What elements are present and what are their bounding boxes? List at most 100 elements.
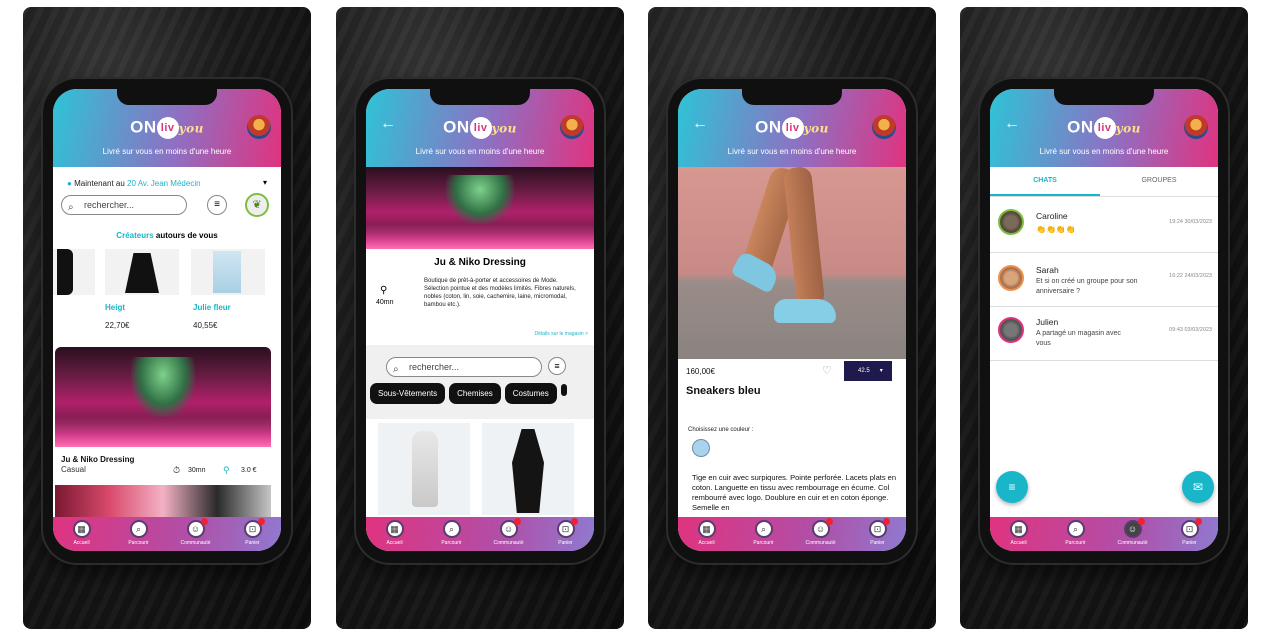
screenshot-store: ← ON liv you Livré sur vous en moins d'une… <box>336 7 624 629</box>
size-select[interactable]: 42.5 ▾ <box>844 361 892 381</box>
filter-list-icon[interactable]: ≡ <box>207 195 227 215</box>
store-photo[interactable] <box>55 347 271 447</box>
app-tagline: Livré sur vous en moins d'une heure <box>415 147 545 156</box>
phone-screen: ON liv you Livré sur vous en moins d'une h… <box>53 89 281 551</box>
phone-notch <box>1054 89 1154 105</box>
section-title-rest: autours de vous <box>155 231 218 240</box>
color-label: Choisissez une couleur : <box>688 427 754 433</box>
clock-icon: ⏱ <box>173 465 181 475</box>
notification-badge <box>1137 518 1145 525</box>
logo-liv: liv <box>156 117 179 139</box>
tab-groups[interactable]: GROUPES <box>1104 167 1214 196</box>
product-image <box>213 251 241 293</box>
category-pill-partial[interactable] <box>560 384 567 396</box>
tab-home[interactable]: ▦ Accueil <box>374 520 416 546</box>
product-image <box>512 429 544 513</box>
tab-home[interactable]: ▦ Accueil <box>61 520 103 546</box>
store-delivery-time: 30mn <box>188 467 206 474</box>
filter-list-icon[interactable]: ≡ <box>548 357 566 375</box>
new-chat-icon[interactable]: ✉ <box>1182 471 1214 503</box>
product-card[interactable] <box>482 423 574 515</box>
tab-browse[interactable]: ⌕ Parcourir <box>1055 520 1097 546</box>
tab-community[interactable]: ☺ Communauté <box>488 518 530 546</box>
phone-notch <box>117 89 217 105</box>
avatar <box>998 265 1024 291</box>
home-icon: ▦ <box>697 520 716 538</box>
product-card-partial[interactable] <box>53 249 95 295</box>
search-input[interactable]: ⌕ rechercher... <box>61 195 187 215</box>
product-name: Heigt <box>105 303 125 312</box>
location-value: 20 Av. Jean Médecin <box>127 179 201 188</box>
tab-cart[interactable]: ⊡ Panier <box>232 518 274 546</box>
chevron-down-icon[interactable]: ▾ <box>263 178 267 187</box>
user-avatar[interactable] <box>1184 115 1208 139</box>
tab-cart[interactable]: ⊡ Panier <box>1169 518 1211 546</box>
tab-cart[interactable]: ⊡ Panier <box>857 518 899 546</box>
product-price: 160,00€ <box>686 367 715 376</box>
phone-frame: ← ON liv you Livré sur vous en moins d'une… <box>980 79 1228 563</box>
user-avatar[interactable] <box>560 115 584 139</box>
store-title: Ju & Niko Dressing <box>434 257 526 268</box>
product-name: Sneakers bleu <box>686 385 761 397</box>
category-pills: Sous-Vêtements Chemises Costumes <box>370 383 571 404</box>
user-avatar[interactable] <box>247 115 271 139</box>
user-avatar[interactable] <box>872 115 896 139</box>
tab-home[interactable]: ▦ Accueil <box>686 520 728 546</box>
avatar <box>998 317 1024 343</box>
location-bar[interactable]: ● Maintenant au 20 Av. Jean Médecin <box>67 179 201 188</box>
store-style: Casual <box>61 465 86 474</box>
color-swatch-blue[interactable] <box>692 439 710 457</box>
chat-row[interactable]: Sarah Et si on créé un groupe pour son a… <box>990 255 1218 307</box>
tab-home[interactable]: ▦ Accueil <box>998 520 1040 546</box>
store-banner <box>366 167 594 249</box>
search-icon: ⌕ <box>393 364 399 375</box>
notification-badge <box>570 518 578 525</box>
product-card[interactable] <box>378 423 470 515</box>
category-pill[interactable]: Sous-Vêtements <box>370 383 446 404</box>
screenshot-chats: ← ON liv you Livré sur vous en moins d'une… <box>960 7 1248 629</box>
chat-name: Caroline <box>1036 211 1068 221</box>
bottom-tabbar: ▦ Accueil ⌕ Parcourir ☺ Communauté ⊡ Panier <box>366 517 594 551</box>
notification-badge <box>882 518 890 525</box>
phone-frame: ← ON liv you Livré sur vous en moins d'une… <box>668 79 916 563</box>
product-photo <box>678 167 906 359</box>
product-name: Julie fleur <box>193 303 231 312</box>
home-icon: ▦ <box>72 520 91 538</box>
bottom-tabbar: ▦ Accueil ⌕ Parcourir ☺ Communauté ⊡ Panier <box>990 517 1218 551</box>
category-pill[interactable]: Costumes <box>504 383 557 404</box>
chat-row[interactable]: Julien A partagé un magasin avec vous 09… <box>990 309 1218 361</box>
category-pill[interactable]: Chemises <box>449 383 501 404</box>
bike-icon: ⚲ <box>380 285 388 296</box>
bike-icon: ⚲ <box>223 465 230 475</box>
chat-message: 👏👏👏👏 <box>1036 225 1076 234</box>
tab-browse[interactable]: ⌕ Parcourir <box>118 520 160 546</box>
tab-community[interactable]: ☺ Communauté <box>800 518 842 546</box>
chevron-down-icon: ▾ <box>879 368 883 374</box>
location-prefix: Maintenant au <box>74 179 125 188</box>
app-tagline: Livré sur vous en moins d'une heure <box>727 147 857 156</box>
phone-frame: ON liv you Livré sur vous en moins d'une h… <box>43 79 291 563</box>
store-name[interactable]: Ju & Niko Dressing <box>61 455 134 464</box>
tab-cart[interactable]: ⊡ Panier <box>545 518 587 546</box>
heart-icon[interactable]: ♡ <box>822 364 832 377</box>
search-input[interactable]: ⌕ rechercher... <box>386 357 542 377</box>
store-photo-next[interactable] <box>55 485 271 519</box>
eco-leaf-icon[interactable]: ❦ <box>245 193 269 217</box>
section-title-accent: Créateurs <box>116 231 154 240</box>
tab-browse[interactable]: ⌕ Parcourir <box>743 520 785 546</box>
phone-notch <box>430 89 530 105</box>
tab-chats[interactable]: CHATS <box>990 167 1100 196</box>
menu-fab-icon[interactable]: ≡ <box>996 471 1028 503</box>
product-image <box>412 431 438 507</box>
product-card[interactable] <box>105 249 179 295</box>
tab-community[interactable]: ☺ Communauté <box>175 518 217 546</box>
tab-browse[interactable]: ⌕ Parcourir <box>431 520 473 546</box>
search-icon: ⌕ <box>442 520 461 538</box>
chat-row[interactable]: Caroline 👏👏👏👏 19:24 30/03/2023 <box>990 201 1218 253</box>
product-card[interactable] <box>191 249 265 295</box>
store-details-link[interactable]: Détails sur le magasin > <box>535 331 589 337</box>
product-image <box>57 249 73 295</box>
product-price: 22,70€ <box>105 321 130 330</box>
tab-community[interactable]: ☺ Communauté <box>1112 518 1154 546</box>
avatar <box>998 209 1024 235</box>
